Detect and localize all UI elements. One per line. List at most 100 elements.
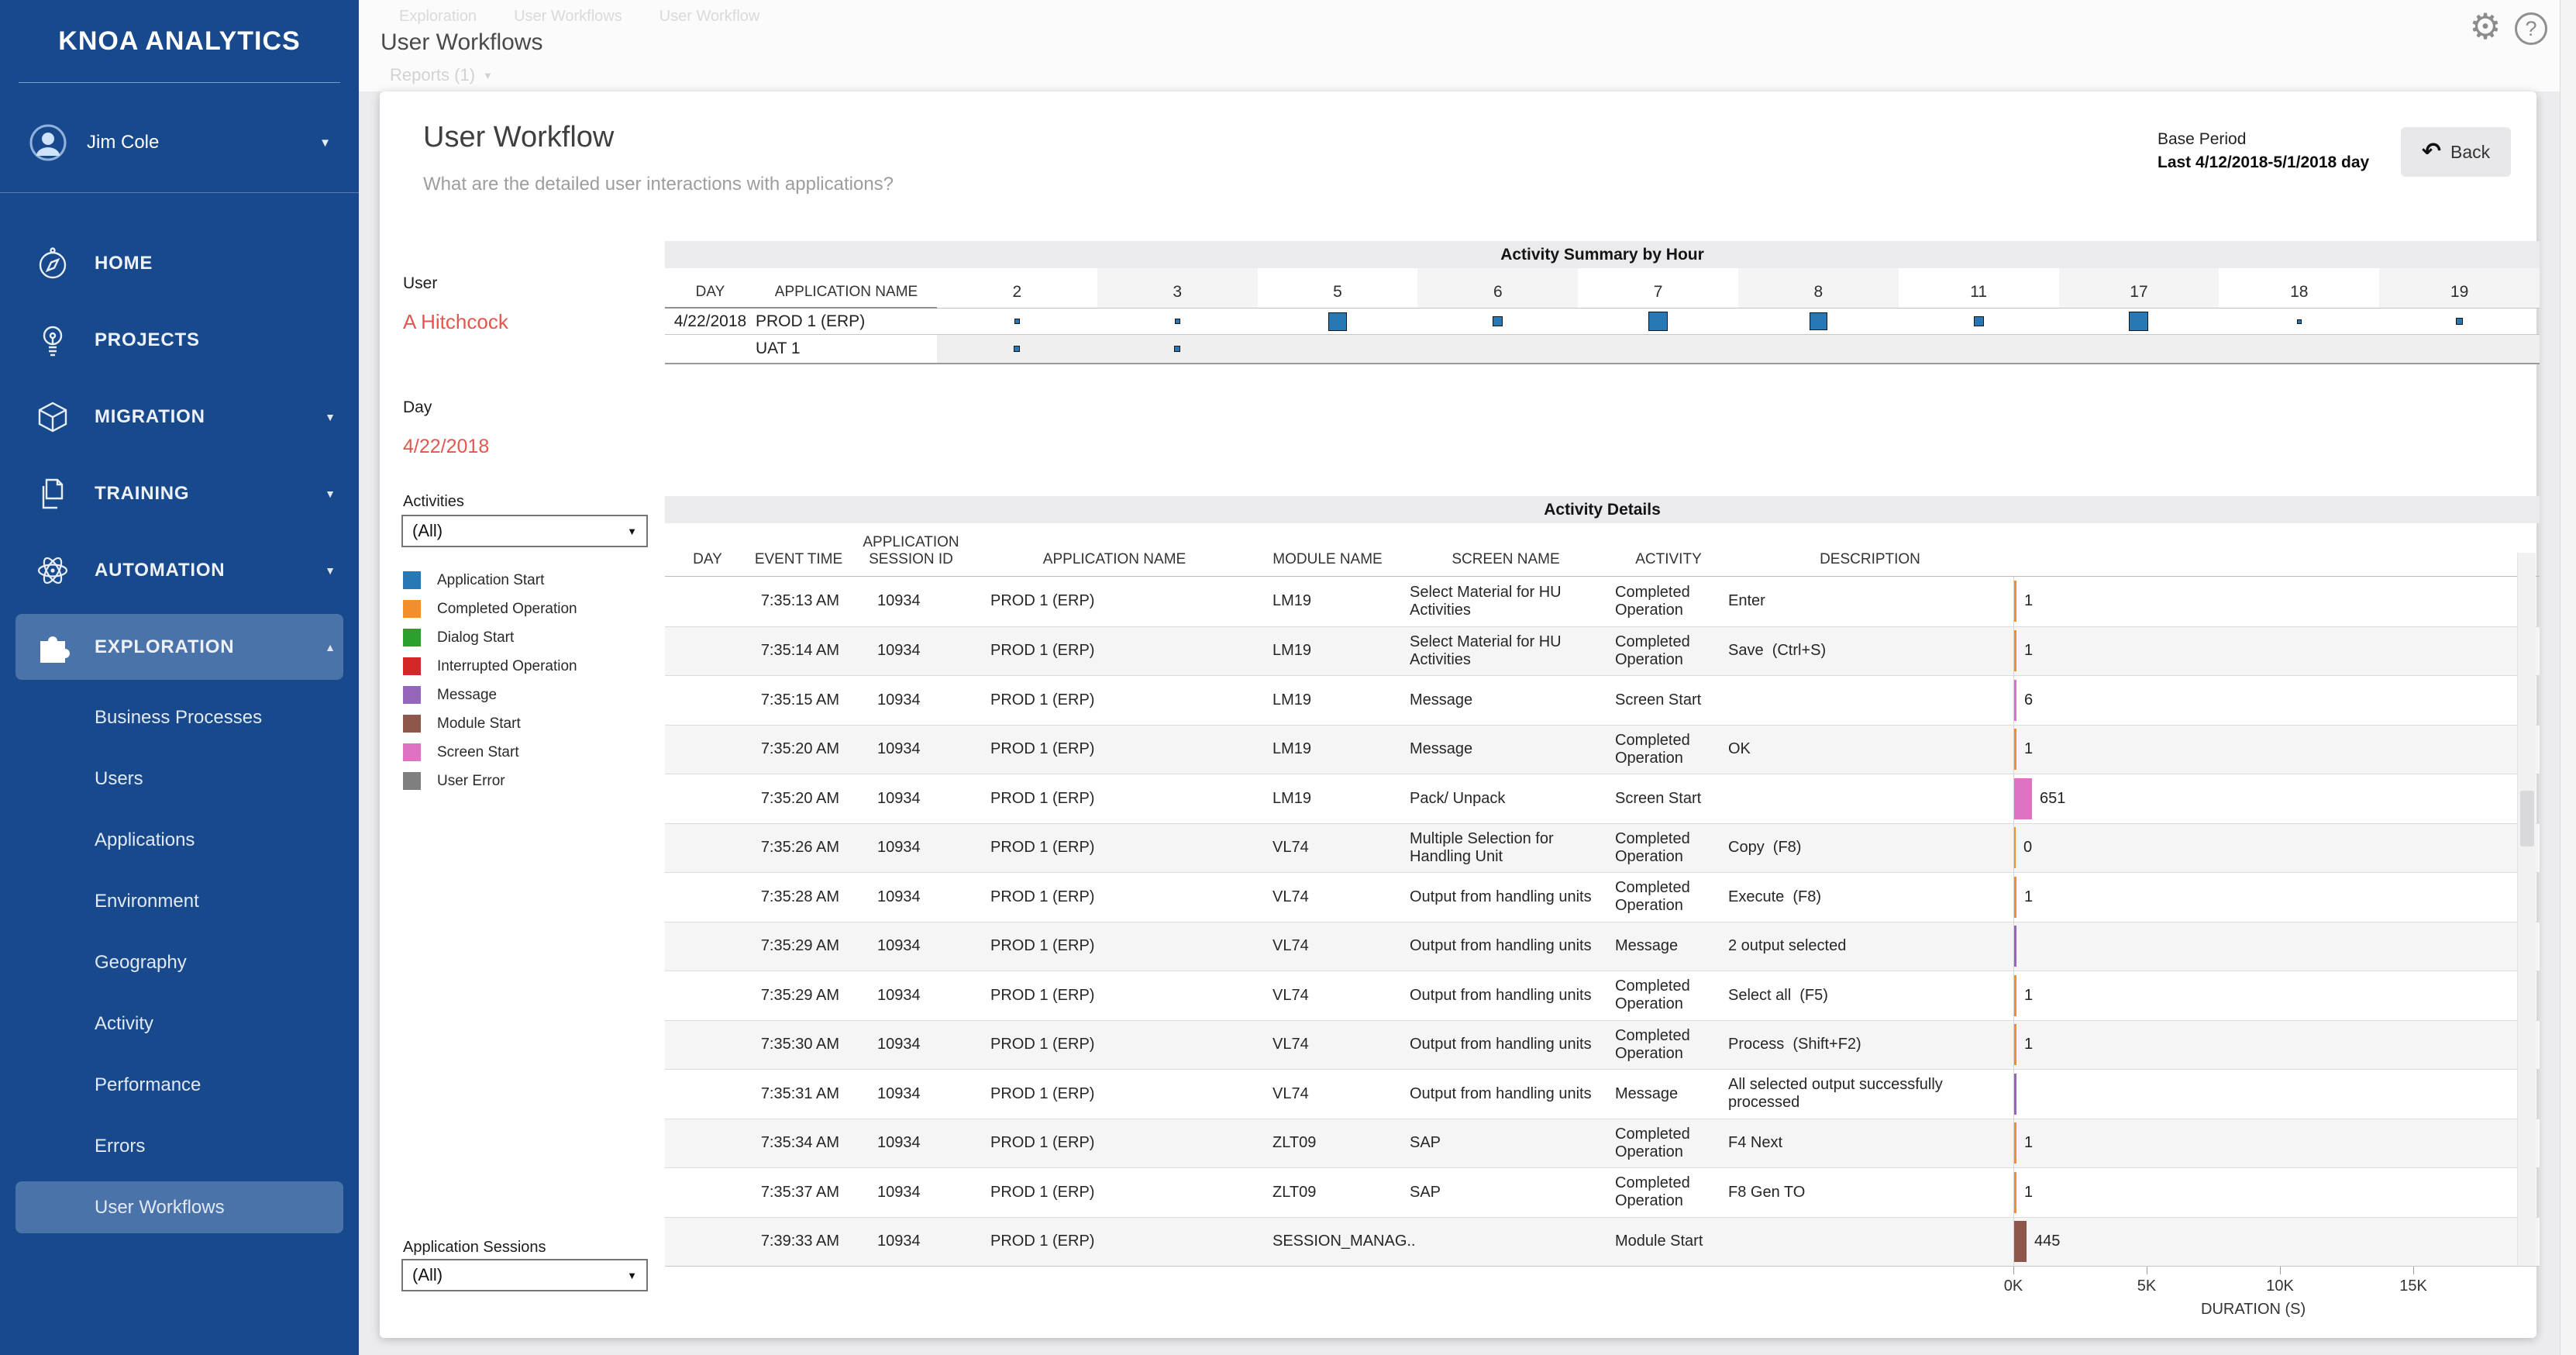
table-row[interactable]: 7:35:29 AM10934PROD 1 (ERP)VL74Output fr… — [665, 971, 2540, 1020]
breadcrumb-item-exploration[interactable]: Exploration — [399, 8, 477, 26]
duration-bar[interactable] — [2014, 975, 2016, 1016]
activity-mark[interactable] — [1014, 346, 1020, 352]
axis-title: DURATION (S) — [2201, 1301, 2306, 1319]
cell-session-id: 10934 — [847, 824, 975, 873]
activity-mark[interactable] — [2297, 319, 2302, 324]
legend-item-module-start[interactable]: Module Start — [403, 709, 577, 738]
sidebar-item-exploration[interactable]: EXPLORATION▲ — [0, 609, 359, 685]
sidebar-item-geography[interactable]: Geography — [0, 932, 359, 993]
cell-event-time: 7:35:30 AM — [750, 1021, 847, 1070]
sessions-select[interactable]: (All) ▼ — [401, 1259, 648, 1291]
summary-hour-cell — [2059, 312, 2220, 331]
duration-bar[interactable] — [2014, 1122, 2016, 1164]
duration-bar[interactable] — [2014, 877, 2016, 918]
legend-swatch — [403, 743, 421, 761]
sidebar-item-user-workflows[interactable]: User Workflows — [0, 1177, 359, 1238]
chevron-down-icon: ▼ — [627, 1270, 637, 1281]
sidebar-item-automation[interactable]: AUTOMATION▼ — [0, 532, 359, 609]
sidebar-item-migration[interactable]: MIGRATION▼ — [0, 378, 359, 455]
table-row[interactable]: 7:35:14 AM10934PROD 1 (ERP)LM19Select Ma… — [665, 626, 2540, 676]
cell-duration: 0 — [2013, 824, 2540, 873]
table-row[interactable]: 7:35:20 AM10934PROD 1 (ERP)LM19Pack/ Unp… — [665, 774, 2540, 823]
activity-mark[interactable] — [1810, 312, 1827, 330]
sidebar-item-activity[interactable]: Activity — [0, 993, 359, 1054]
table-row[interactable]: 7:35:26 AM10934PROD 1 (ERP)VL74Multiple … — [665, 823, 2540, 873]
chevron-up-icon: ▲ — [325, 641, 336, 653]
duration-bar[interactable] — [2014, 729, 2016, 770]
legend-item-screen-start[interactable]: Screen Start — [403, 738, 577, 767]
activities-select-value: (All) — [412, 521, 443, 541]
activity-mark[interactable] — [1974, 316, 1984, 326]
summary-row[interactable]: 4/22/2018PROD 1 (ERP) — [665, 309, 2540, 334]
legend-swatch — [403, 571, 421, 589]
summary-row[interactable]: UAT 1 — [665, 334, 2540, 364]
duration-bar[interactable] — [2014, 1221, 2027, 1262]
breadcrumb-item-user-workflows[interactable]: User Workflows — [514, 8, 622, 26]
sidebar-item-users[interactable]: Users — [0, 748, 359, 809]
legend-item-user-error[interactable]: User Error — [403, 767, 577, 795]
duration-bar[interactable] — [2014, 827, 2016, 868]
duration-bar[interactable] — [2014, 1172, 2016, 1213]
user-menu[interactable]: Jim Cole ▼ — [0, 113, 359, 172]
sidebar-item-applications[interactable]: Applications — [0, 809, 359, 871]
duration-bar[interactable] — [2014, 630, 2016, 671]
cell-activity: Message — [1610, 1070, 1727, 1119]
top-header: ExplorationUser WorkflowsUser Workflow U… — [359, 0, 2576, 91]
duration-bar[interactable] — [2014, 581, 2016, 622]
legend-label: Message — [437, 687, 497, 704]
summary-hour-cell — [937, 346, 1097, 352]
table-row[interactable]: 7:35:30 AM10934PROD 1 (ERP)VL74Output fr… — [665, 1020, 2540, 1070]
activity-mark[interactable] — [1174, 346, 1180, 352]
activities-select[interactable]: (All) ▼ — [401, 515, 648, 547]
duration-bar[interactable] — [2014, 778, 2032, 819]
breadcrumb-item-user-workflow[interactable]: User Workflow — [659, 8, 760, 26]
reports-dropdown[interactable]: Reports (1) ▼ — [390, 65, 493, 85]
scrollbar-thumb[interactable] — [2520, 791, 2534, 846]
help-icon[interactable]: ? — [2515, 12, 2547, 45]
duration-bar[interactable] — [2014, 1024, 2016, 1065]
table-row[interactable]: 7:35:29 AM10934PROD 1 (ERP)VL74Output fr… — [665, 922, 2540, 971]
activity-mark[interactable] — [1328, 312, 1347, 331]
bulb-icon — [34, 322, 71, 359]
table-row[interactable]: 7:35:31 AM10934PROD 1 (ERP)VL74Output fr… — [665, 1069, 2540, 1119]
table-scrollbar[interactable] — [2517, 553, 2536, 1266]
activity-mark[interactable] — [2129, 312, 2148, 331]
details-title: Activity Details — [665, 496, 2540, 523]
sidebar-item-business-processes[interactable]: Business Processes — [0, 687, 359, 748]
legend-item-application-start[interactable]: Application Start — [403, 566, 577, 595]
table-row[interactable]: 7:35:37 AM10934PROD 1 (ERP)ZLT09SAPCompl… — [665, 1167, 2540, 1217]
day-filter-value: 4/22/2018 — [403, 436, 489, 458]
user-name: Jim Cole — [87, 132, 319, 153]
legend-item-message[interactable]: Message — [403, 681, 577, 709]
table-row[interactable]: 7:35:28 AM10934PROD 1 (ERP)VL74Output fr… — [665, 872, 2540, 922]
sidebar-item-training[interactable]: TRAINING▼ — [0, 455, 359, 532]
sidebar-item-errors[interactable]: Errors — [0, 1115, 359, 1177]
back-button[interactable]: ↶ Back — [2401, 127, 2511, 177]
duration-bar[interactable] — [2014, 680, 2016, 721]
activity-mark[interactable] — [2456, 318, 2463, 325]
table-row[interactable]: 7:39:33 AM10934PROD 1 (ERP)SESSION_MANAG… — [665, 1217, 2540, 1267]
table-row[interactable]: 7:35:20 AM10934PROD 1 (ERP)LM19MessageCo… — [665, 725, 2540, 774]
duration-bar[interactable] — [2014, 1074, 2016, 1115]
legend-item-dialog-start[interactable]: Dialog Start — [403, 623, 577, 652]
cell-day — [665, 971, 750, 1020]
cell-description — [1727, 774, 2013, 823]
duration-bar[interactable] — [2014, 926, 2016, 967]
sidebar-item-performance[interactable]: Performance — [0, 1054, 359, 1115]
activity-mark[interactable] — [1014, 319, 1020, 324]
table-row[interactable]: 7:35:15 AM10934PROD 1 (ERP)LM19MessageSc… — [665, 675, 2540, 725]
sidebar-item-environment[interactable]: Environment — [0, 871, 359, 932]
sidebar-item-home[interactable]: HOME — [0, 225, 359, 302]
sidebar-item-projects[interactable]: PROJECTS — [0, 302, 359, 378]
activity-mark[interactable] — [1648, 312, 1668, 331]
legend-item-completed-operation[interactable]: Completed Operation — [403, 595, 577, 623]
gear-icon[interactable]: ⚙ — [2467, 8, 2504, 45]
table-row[interactable]: 7:35:34 AM10934PROD 1 (ERP)ZLT09SAPCompl… — [665, 1119, 2540, 1168]
legend-label: Application Start — [437, 572, 544, 589]
cell-activity: Completed Operation — [1610, 1119, 1727, 1168]
table-row[interactable]: 7:35:13 AM10934PROD 1 (ERP)LM19Select Ma… — [665, 577, 2540, 626]
legend-item-interrupted-operation[interactable]: Interrupted Operation — [403, 652, 577, 681]
window-scrollbar[interactable] — [2560, 0, 2576, 1355]
activity-mark[interactable] — [1493, 316, 1503, 326]
activity-mark[interactable] — [1175, 319, 1180, 324]
